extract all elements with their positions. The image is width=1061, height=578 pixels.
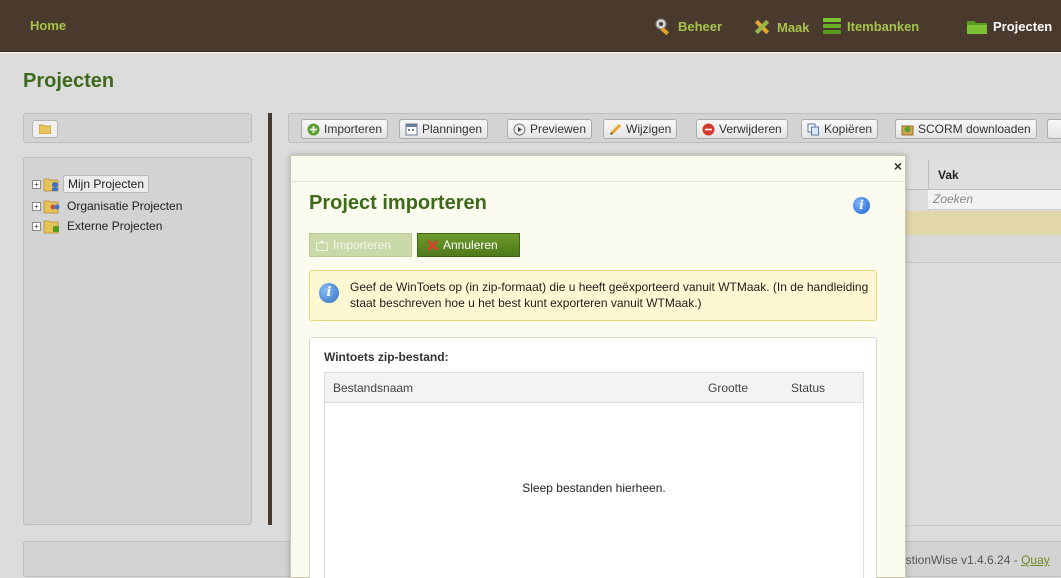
- database-icon: [823, 18, 841, 34]
- package-icon: [901, 125, 914, 135]
- nav-item-maak[interactable]: Maak: [752, 17, 810, 37]
- play-icon: [513, 123, 526, 135]
- dialog-title: Project importeren: [309, 192, 487, 214]
- tree-item-label: Organisatie Projecten: [67, 199, 183, 213]
- planningen-button-label: Planningen: [422, 122, 483, 136]
- nav-item-label: Maak: [777, 19, 810, 35]
- wijzigen-button[interactable]: Wijzigen: [603, 119, 678, 139]
- previewen-button-label: Previewen: [530, 122, 587, 136]
- scorm-download-button-label: SCORM downloaden: [918, 122, 1031, 136]
- dialog-import-button[interactable]: Importeren: [309, 233, 412, 257]
- column-header-status: Status: [791, 381, 826, 395]
- group-folder-icon: [43, 200, 60, 214]
- vendor-link[interactable]: Quay: [1021, 553, 1050, 567]
- divider: [291, 181, 905, 182]
- kopieren-button-label: Kopiëren: [824, 122, 873, 136]
- import-button-label: Importeren: [324, 122, 383, 136]
- expand-icon[interactable]: +: [32, 201, 41, 211]
- calendar-icon: [405, 123, 418, 135]
- scorm-download-button[interactable]: SCORM downloaden: [895, 119, 1037, 139]
- dialog-cancel-button[interactable]: Annuleren: [417, 233, 520, 257]
- wrench-icon: [655, 18, 670, 35]
- delete-icon: [702, 123, 715, 135]
- nav-item-beheer[interactable]: Beheer: [653, 17, 722, 35]
- file-drop-zone[interactable]: Sleep bestanden hierheen.: [324, 403, 864, 578]
- plus-circle-icon: [307, 123, 320, 135]
- column-header-grootte: Grootte: [708, 381, 749, 395]
- left-toolbar: [23, 113, 252, 143]
- verwijderen-button-label: Verwijderen: [719, 122, 782, 136]
- vak-search-input[interactable]: Zoeken: [928, 190, 1061, 210]
- top-navigation-bar: Home Beheer Maak Itembanken Projecten: [0, 0, 1061, 52]
- tree-item-label: Externe Projecten: [67, 219, 163, 233]
- tree-item-mijn-projecten[interactable]: + Mijn Projecten: [32, 174, 150, 194]
- upload-panel: Wintoets zip-bestand: Bestandsnaam Groot…: [309, 337, 877, 578]
- dialog-import-button-label: Importeren: [333, 238, 392, 252]
- upload-icon: [316, 239, 328, 251]
- column-header-vak[interactable]: Vak: [938, 168, 959, 182]
- user-folder-icon: [43, 178, 59, 192]
- expand-icon[interactable]: +: [32, 221, 41, 231]
- verwijderen-button[interactable]: Verwijderen: [696, 119, 788, 139]
- nav-item-projecten[interactable]: Projecten: [966, 17, 1052, 35]
- page-title: Projecten: [23, 70, 115, 92]
- copy-icon: [807, 123, 819, 135]
- wijzigen-button-label: Wijzigen: [626, 122, 672, 136]
- expand-icon[interactable]: +: [32, 179, 41, 189]
- info-icon[interactable]: i: [853, 197, 870, 214]
- nav-item-itembanken[interactable]: Itembanken: [822, 17, 919, 35]
- tools-icon: [754, 19, 770, 35]
- project-toolbar: Importeren Planningen Previewen Wijzigen…: [288, 113, 1061, 143]
- table-row[interactable]: [906, 211, 1061, 235]
- new-folder-button[interactable]: [32, 120, 58, 138]
- upload-table-header: Bestandsnaam Grootte Status: [324, 372, 864, 403]
- notice-text: Geef de WinToets op (in zip-formaat) die…: [350, 280, 869, 310]
- column-header-bestandsnaam: Bestandsnaam: [333, 381, 414, 395]
- tree-item-label: Mijn Projecten: [63, 175, 150, 193]
- folder-icon: [39, 124, 51, 134]
- import-project-dialog: × Project importeren i Importeren Annule…: [290, 155, 906, 578]
- info-notice: i Geef de WinToets op (in zip-formaat) d…: [309, 270, 877, 321]
- kopieren-button[interactable]: Kopiëren: [801, 119, 879, 139]
- planningen-button[interactable]: Planningen: [399, 119, 489, 139]
- nav-item-label: Projecten: [993, 18, 1053, 34]
- previewen-button[interactable]: Previewen: [507, 119, 593, 139]
- table-row[interactable]: [906, 235, 1061, 263]
- close-x-icon: [427, 239, 438, 251]
- more-button[interactable]: [1047, 119, 1061, 139]
- divider: [892, 525, 1061, 526]
- tree-item-externe-projecten[interactable]: + Externe Projecten: [32, 216, 166, 236]
- upload-label: Wintoets zip-bestand:: [324, 350, 449, 364]
- nav-home-link[interactable]: Home: [30, 18, 66, 33]
- tree-item-organisatie-projecten[interactable]: + Organisatie Projecten: [32, 196, 186, 216]
- import-button[interactable]: Importeren: [301, 119, 389, 139]
- panel-splitter[interactable]: [268, 113, 272, 525]
- pencil-icon: [610, 123, 622, 135]
- project-tree-panel: + Mijn Projecten + Organisatie Projecten: [23, 157, 252, 525]
- external-folder-icon: [43, 220, 59, 234]
- version-text: estionWise v1.4.6.24 -: [899, 553, 1022, 567]
- drop-hint: Sleep bestanden hierheen.: [522, 481, 666, 495]
- grid-header: Vak: [906, 160, 1061, 190]
- folder-icon: [967, 21, 987, 34]
- close-icon[interactable]: ×: [894, 159, 902, 173]
- dialog-cancel-button-label: Annuleren: [443, 238, 498, 252]
- nav-item-label: Itembanken: [847, 18, 920, 34]
- info-icon: i: [319, 283, 339, 303]
- nav-item-label: Beheer: [678, 18, 723, 34]
- version-info: estionWise v1.4.6.24 - Quay: [899, 553, 1050, 567]
